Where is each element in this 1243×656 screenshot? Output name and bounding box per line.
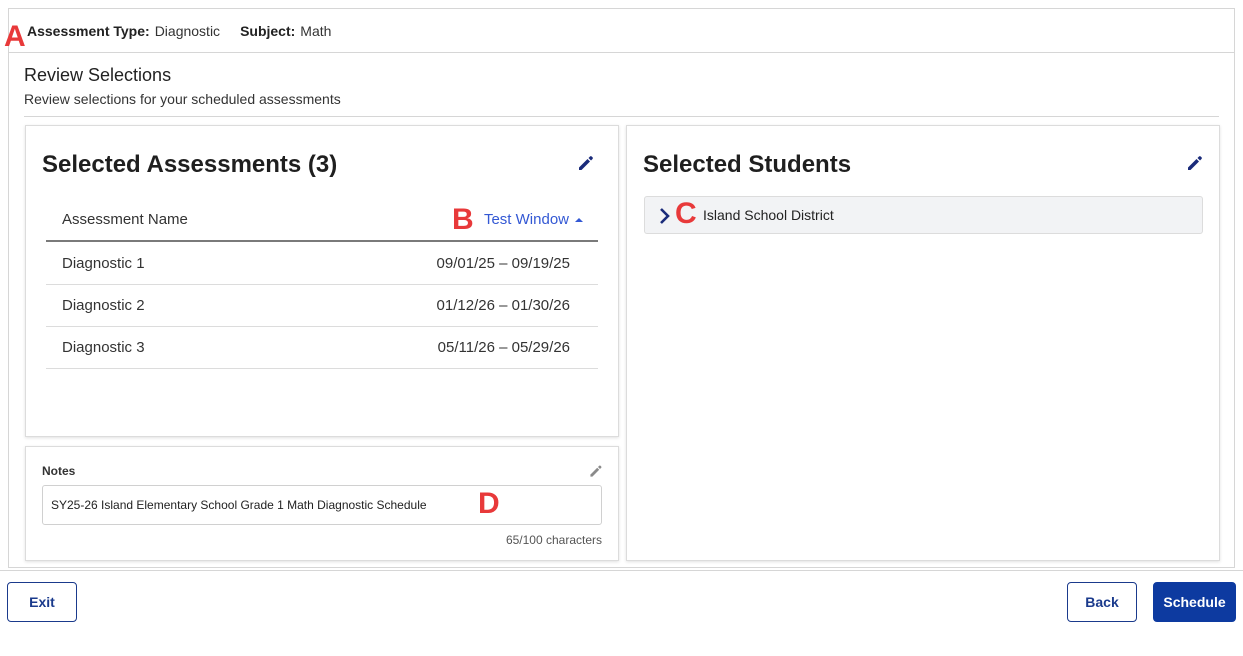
test-window: 01/12/26 – 01/30/26 [436, 297, 570, 314]
divider [24, 116, 1219, 117]
notes-character-count: 65/100 characters [505, 533, 602, 547]
assessment-name: Diagnostic 1 [62, 255, 145, 272]
test-window: 09/01/25 – 09/19/25 [436, 255, 570, 272]
assessments-table-header: Assessment Name Test Window [46, 204, 598, 242]
table-row: Diagnostic 1 09/01/25 – 09/19/25 [46, 242, 598, 285]
subject-label: Subject: [240, 22, 296, 39]
assessment-type-value: Diagnostic [154, 22, 221, 39]
assessment-info-bar: Assessment Type: Diagnostic Subject: Mat… [9, 9, 1234, 53]
selected-students-card: Selected Students Island School District [626, 125, 1220, 561]
annotation-marker-d: D [478, 487, 500, 520]
table-row: Diagnostic 3 05/11/26 – 05/29/26 [46, 326, 598, 369]
notes-label: Notes [42, 464, 76, 478]
chevron-right-icon [660, 208, 670, 224]
annotation-marker-b: B [452, 203, 474, 236]
notes-card: Notes SY25-26 Island Elementary School G… [25, 446, 619, 561]
district-row-expandable[interactable]: Island School District [644, 196, 1203, 234]
edit-notes-pencil-icon[interactable] [588, 463, 604, 479]
annotation-marker-c: C [675, 197, 697, 230]
main-frame: Assessment Type: Diagnostic Subject: Mat… [8, 8, 1235, 568]
caret-up-icon [575, 217, 583, 222]
notes-field[interactable]: SY25-26 Island Elementary School Grade 1… [42, 485, 602, 525]
edit-students-pencil-icon[interactable] [1185, 153, 1205, 173]
selected-assessments-card: Selected Assessments (3) Assessment Name… [25, 125, 619, 437]
schedule-button[interactable]: Schedule [1153, 582, 1236, 622]
assessment-name: Diagnostic 3 [62, 339, 145, 356]
col-assessment-name: Assessment Name [62, 211, 188, 228]
col-test-window-label: Test Window [483, 211, 569, 228]
selected-assessments-title: Selected Assessments (3) [42, 151, 338, 178]
col-test-window-sort[interactable]: Test Window [484, 211, 584, 228]
exit-button[interactable]: Exit [7, 582, 77, 622]
annotation-marker-a: A [4, 20, 26, 53]
footer-divider [0, 570, 1243, 571]
selected-students-title: Selected Students [643, 151, 852, 178]
assessment-name: Diagnostic 2 [62, 297, 145, 314]
page-title: Review Selections [24, 65, 172, 85]
district-name: Island School District [703, 207, 834, 223]
subject-value: Math [300, 22, 332, 39]
table-row: Diagnostic 2 01/12/26 – 01/30/26 [46, 284, 598, 327]
test-window: 05/11/26 – 05/29/26 [437, 339, 570, 356]
edit-assessments-pencil-icon[interactable] [576, 153, 596, 173]
assessment-type-label: Assessment Type: [27, 22, 150, 39]
back-button[interactable]: Back [1067, 582, 1137, 622]
page-subtitle: Review selections for your scheduled ass… [24, 91, 341, 107]
